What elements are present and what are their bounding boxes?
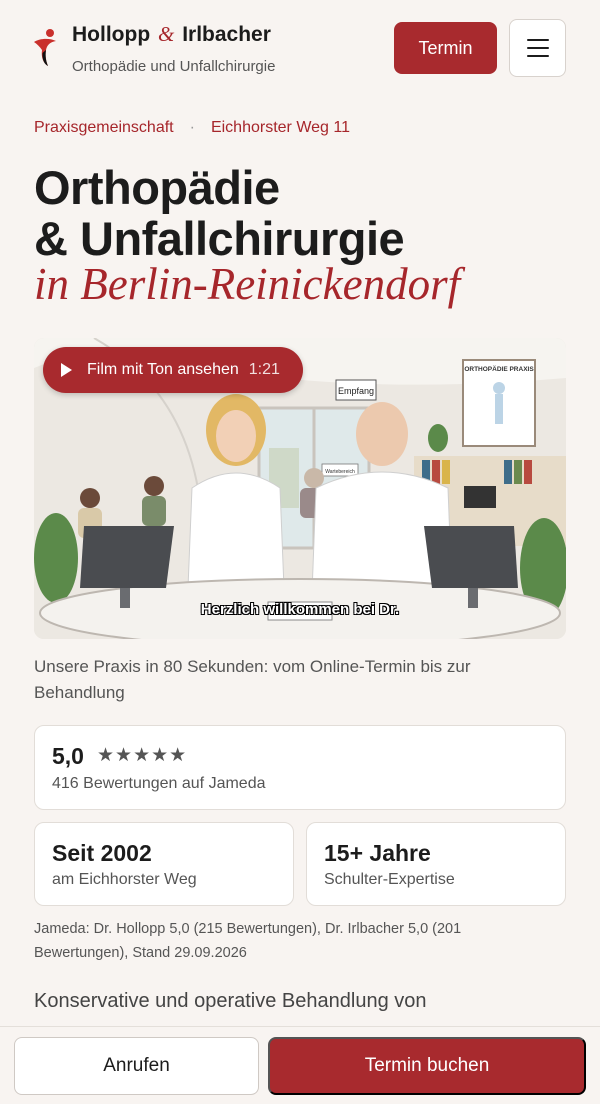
play-video-label: Film mit Ton ansehen — [87, 361, 239, 378]
sign-practice: ORTHOPÄDIE PRAXIS — [464, 365, 534, 373]
rating-card: 5,0 ★★★★★ 416 Bewertungen auf Jameda — [34, 725, 566, 810]
stat-card-since: Seit 2002 am Eichhorster Weg — [34, 822, 294, 906]
brand-name-part2: Irlbacher — [182, 23, 271, 46]
termin-button[interactable]: Termin — [394, 22, 497, 74]
hamburger-icon-line — [526, 55, 549, 57]
logo-icon[interactable] — [32, 28, 58, 68]
bottom-action-bar: Anrufen Termin buchen — [0, 1026, 600, 1104]
breadcrumb-separator: · — [189, 119, 195, 136]
page-title-line1: Orthopädie — [34, 161, 280, 214]
hamburger-icon-line — [526, 47, 549, 49]
play-icon — [61, 363, 72, 377]
stat-card-title: Seit 2002 — [52, 840, 152, 866]
brand-subtitle: Orthopädie und Unfallchirurgie — [72, 58, 276, 75]
page-title: Orthopädie & Unfallchirurgie — [34, 161, 405, 264]
call-button[interactable]: Anrufen — [14, 1037, 259, 1095]
intro-text: Konservative und operative Behandlung vo… — [34, 990, 427, 1012]
brand-name[interactable]: Hollopp & Irlbacher — [72, 22, 271, 47]
site-header: Hollopp & Irlbacher Orthopädie und Unfal… — [0, 0, 600, 96]
menu-button[interactable] — [509, 19, 566, 77]
video-duration: 1:21 — [248, 361, 280, 378]
stat-card-experience: 15+ Jahre Schulter-Expertise — [306, 822, 566, 906]
stat-card-title: 15+ Jahre — [324, 840, 431, 866]
rating-score: 5,0 — [52, 743, 84, 769]
brand-ampersand: & — [158, 22, 175, 46]
stat-card-subtitle: am Eichhorster Weg — [52, 871, 197, 888]
rating-source-note: Jameda: Dr. Hollopp 5,0 (215 Bewertungen… — [34, 921, 462, 961]
hamburger-icon-line — [526, 39, 549, 41]
video-player[interactable]: Empfang ORTHOPÄDIE PRAXIS Wartebereich F… — [34, 338, 566, 639]
book-appointment-button[interactable]: Termin buchen — [268, 1037, 586, 1095]
sign-waiting: Wartebereich — [325, 469, 355, 475]
rating-count: 416 Bewertungen auf Jameda — [52, 775, 266, 792]
breadcrumb-item-address[interactable]: Eichhorster Weg 11 — [211, 119, 350, 136]
video-subtitle: Herzlich willkommen bei Dr. — [200, 601, 400, 618]
brand-name-part1: Hollopp — [72, 23, 151, 46]
video-caption: Unsere Praxis in 80 Sekunden: vom Online… — [34, 657, 471, 702]
breadcrumb-item-practice[interactable]: Praxisgemeinschaft — [34, 119, 174, 136]
play-video-button[interactable]: Film mit Ton ansehen 1:21 — [43, 347, 303, 393]
page-title-location: in Berlin-Reinickendorf — [34, 259, 461, 309]
breadcrumb: Praxisgemeinschaft · Eichhorster Weg 11 — [34, 119, 350, 137]
stat-card-subtitle: Schulter-Expertise — [324, 871, 455, 888]
sign-reception: Empfang — [338, 386, 374, 396]
star-rating-icon: ★★★★★ — [97, 745, 188, 766]
